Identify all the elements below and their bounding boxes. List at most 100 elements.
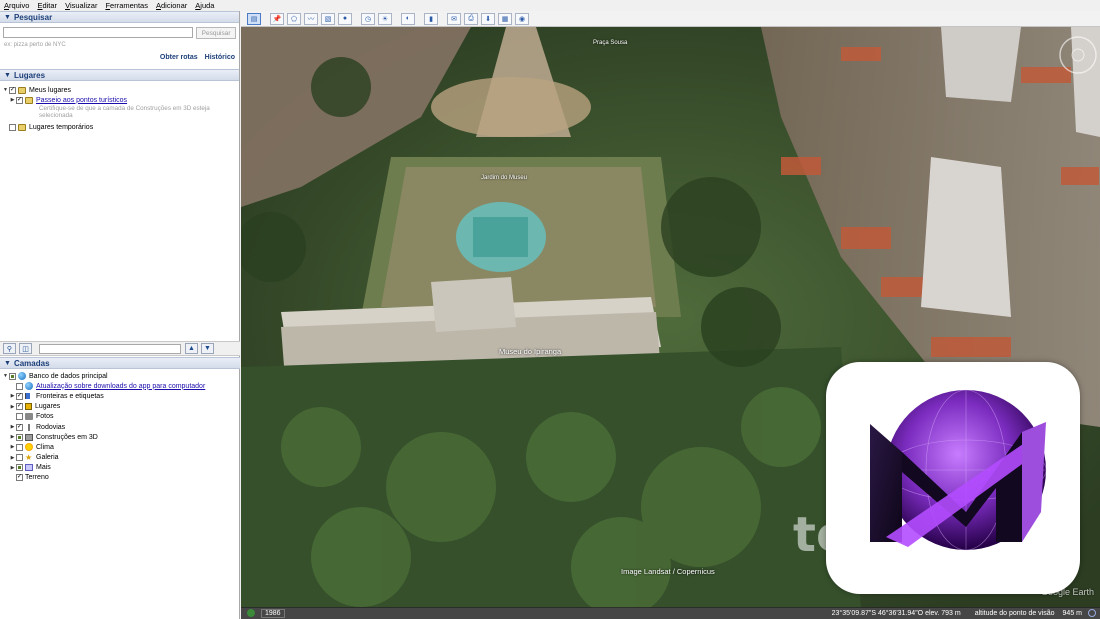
layer-label[interactable]: Clima [36, 444, 54, 451]
menu-arquivo[interactable]: Arquivo [4, 1, 29, 10]
places-filter-input[interactable] [39, 343, 181, 354]
channel-logo [826, 362, 1080, 594]
add-polygon-icon[interactable]: ⬠ [287, 12, 301, 25]
terrain-checkbox[interactable]: ✓ [16, 474, 23, 482]
expand-arrow-icon[interactable]: ▶ [9, 404, 16, 410]
layer-checkbox[interactable]: ✓ [16, 403, 23, 411]
move-up-icon[interactable]: ▲ [185, 343, 198, 354]
layer-checkbox[interactable]: ✓ [16, 423, 23, 431]
search-icon[interactable]: ⚲ [3, 343, 16, 354]
add-path-icon[interactable]: 〰 [304, 12, 318, 25]
layers-tree: ▼ Banco de dados principal Atualização s… [0, 369, 240, 483]
star-icon: ★ [25, 453, 33, 463]
folder-icon [18, 123, 26, 131]
road-icon [25, 423, 33, 431]
collapse-triangle-icon: ▼ [4, 13, 11, 21]
panel-toggle-icon[interactable]: ◫ [19, 343, 32, 354]
view-maps-icon[interactable]: ▦ [498, 12, 512, 25]
layer-label[interactable]: Lugares [35, 403, 60, 410]
layer-checkbox[interactable] [16, 443, 23, 451]
places-tree: ▼ ✓ Meus lugares ▶ ✓ Passeio aos pontos … [0, 81, 239, 133]
my-places-checkbox[interactable]: ✓ [9, 86, 16, 94]
flag-icon [25, 393, 33, 400]
update-link[interactable]: Atualização sobre downloads do app para … [36, 383, 205, 390]
layer-label[interactable]: Construções em 3D [36, 434, 98, 441]
streaming-indicator-icon [1088, 609, 1096, 617]
temp-places-label[interactable]: Lugares temporários [29, 124, 93, 131]
logo-m-globe-icon [870, 389, 1047, 551]
historical-imagery-icon[interactable]: ◷ [361, 12, 375, 25]
expand-arrow-icon[interactable]: ▶ [9, 434, 16, 440]
layer-label[interactable]: Mais [36, 464, 51, 471]
main-toolbar: ▤ 📌 ⬠ 〰 ▧ ● ◷ ☀ ◐ ▮ ✉ ⎙ ⬇ ▦ ◉ [241, 11, 1100, 27]
folder-icon [18, 86, 26, 94]
record-tour-icon[interactable]: ● [338, 12, 352, 25]
expand-arrow-icon[interactable]: ▼ [2, 87, 9, 93]
globe-icon [25, 382, 33, 391]
museum-label[interactable]: Museu do Ipiranga [499, 347, 561, 356]
get-directions-link[interactable]: Obter rotas [160, 54, 198, 65]
layers-panel-title: Camadas [13, 358, 50, 368]
temp-places-checkbox[interactable] [9, 123, 16, 131]
expand-arrow-icon[interactable]: ▶ [9, 465, 16, 471]
status-bar: 1986 23°35'09.87"S 46°36'31.94"O elev. 7… [241, 607, 1100, 619]
save-image-icon[interactable]: ⬇ [481, 12, 495, 25]
layer-checkbox[interactable] [16, 433, 23, 441]
menu-editar[interactable]: Editar [37, 1, 57, 10]
tour-link[interactable]: Passeio aos pontos turísticos [36, 97, 127, 104]
earth-status-icon [247, 609, 255, 617]
expand-arrow-icon[interactable]: ▶ [9, 424, 16, 430]
expand-arrow-icon[interactable]: ▶ [9, 393, 16, 399]
switch-planet-icon[interactable]: ◐ [401, 12, 415, 25]
historical-year[interactable]: 1986 [261, 608, 285, 618]
terrain-label[interactable]: Terreno [25, 474, 49, 481]
places-panel-header[interactable]: ▼ Lugares [0, 69, 239, 81]
sunlight-icon[interactable]: ☀ [378, 12, 392, 25]
expand-arrow-icon[interactable]: ▶ [9, 455, 16, 461]
layer-label[interactable]: Rodovias [36, 424, 65, 431]
collapse-triangle-icon: ▼ [4, 71, 11, 79]
layer-checkbox[interactable] [16, 413, 23, 421]
layer-label[interactable]: Galeria [36, 454, 59, 461]
print-icon[interactable]: ⎙ [464, 12, 478, 25]
move-down-icon[interactable]: ▼ [201, 343, 214, 354]
my-places-label[interactable]: Meus lugares [29, 87, 71, 94]
layers-panel-header[interactable]: ▼ Camadas [0, 357, 240, 369]
ruler-icon[interactable]: ▮ [424, 12, 438, 25]
add-placemark-icon[interactable]: 📌 [270, 12, 284, 25]
layer-checkbox[interactable]: ✓ [16, 392, 23, 400]
layer-label[interactable]: Fotos [36, 413, 54, 420]
db-label[interactable]: Banco de dados principal [29, 373, 108, 380]
menu-ferramentas[interactable]: Ferramentas [105, 1, 148, 10]
add-overlay-icon[interactable]: ▧ [321, 12, 335, 25]
layer-checkbox[interactable] [16, 464, 23, 472]
menu-visualizar[interactable]: Visualizar [65, 1, 97, 10]
menu-adicionar[interactable]: Adicionar [156, 1, 187, 10]
search-panel-header[interactable]: ▼ Pesquisar [0, 11, 239, 23]
collapse-triangle-icon: ▼ [4, 359, 11, 367]
layer-checkbox[interactable] [16, 454, 23, 462]
sidebar: ▼ Pesquisar Pesquisar ex: pizza perto de… [0, 11, 240, 619]
history-link[interactable]: Histórico [205, 54, 235, 65]
pin-icon [25, 403, 32, 411]
earth-icon[interactable]: ◉ [515, 12, 529, 25]
menu-ajuda[interactable]: Ajuda [195, 1, 214, 10]
expand-arrow-icon[interactable]: ▶ [9, 444, 16, 450]
update-checkbox[interactable] [16, 382, 23, 390]
expand-arrow-icon[interactable]: ▼ [2, 373, 9, 379]
places-toolbar: ⚲ ◫ ▲ ▼ [0, 341, 240, 356]
tour-note: Certifique-se de que a camada de Constru… [39, 105, 210, 120]
layer-label[interactable]: Fronteiras e etiquetas [36, 393, 104, 400]
street-label[interactable]: Praça Sousa [593, 40, 627, 46]
eye-altitude-value: 945 m [1062, 609, 1082, 617]
tour-checkbox[interactable]: ✓ [16, 96, 23, 104]
search-input[interactable] [3, 27, 194, 38]
expand-arrow-icon[interactable]: ▶ [9, 97, 16, 103]
folder-icon [25, 96, 33, 104]
db-checkbox[interactable] [9, 372, 16, 380]
sidebar-toggle-icon[interactable]: ▤ [247, 12, 261, 25]
email-icon[interactable]: ✉ [447, 12, 461, 25]
search-button[interactable]: Pesquisar [196, 27, 236, 39]
layers-panel: ▼ Camadas ▼ Banco de dados principal Atu… [0, 357, 240, 483]
garden-label[interactable]: Jardim do Museu [481, 175, 527, 181]
